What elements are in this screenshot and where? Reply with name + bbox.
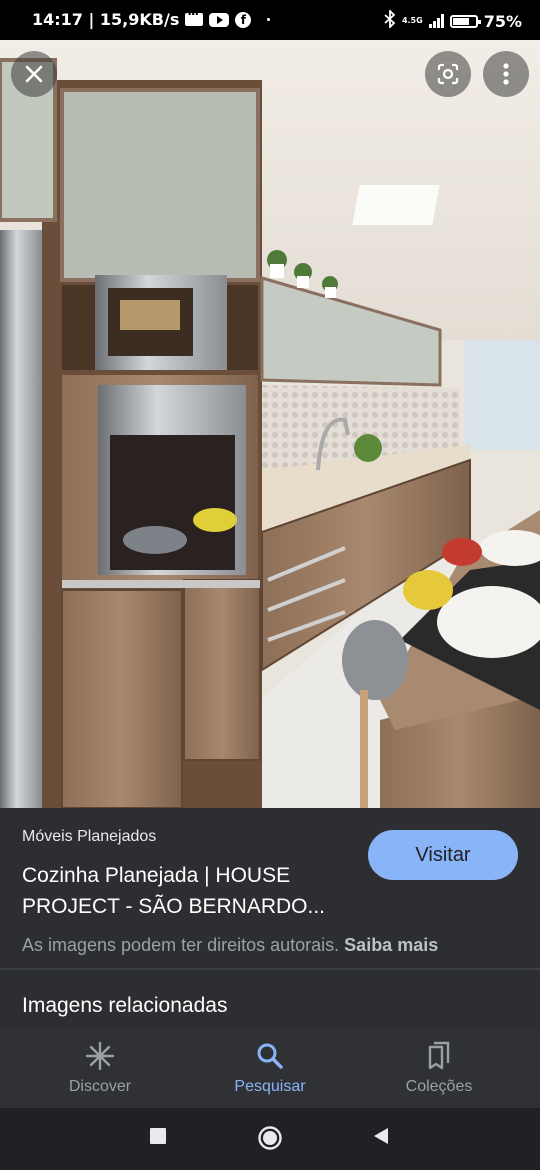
facebook-icon: f [235,11,252,28]
visit-button[interactable]: Visitar [368,830,518,880]
copyright-notice: As imagens podem ter direitos autorais. … [22,935,438,956]
nav-discover-label: Discover [68,1078,132,1095]
battery-percent: 75% [483,11,522,31]
asterisk-icon [85,1041,115,1071]
bottom-navigation: Discover Pesquisar Coleções [0,1028,540,1108]
kitchen-image [0,40,540,808]
kitchen-photo[interactable] [0,40,540,808]
nav-search-label: Pesquisar [234,1078,306,1095]
close-button[interactable] [11,51,57,97]
related-images-section: Imagens relacionadas [0,970,540,1028]
signal-icon [428,14,444,28]
battery-icon [449,14,481,28]
recent-apps-icon[interactable] [149,1127,167,1145]
result-title[interactable]: Cozinha Planejada | HOUSE PROJECT - SÃO … [22,860,352,922]
related-images-heading: Imagens relacionadas [22,994,228,1017]
copyright-text: As imagens podem ter direitos autorais. [22,935,340,955]
nav-collections-label: Coleções [405,1078,473,1095]
nav-search[interactable]: Pesquisar [200,1040,340,1096]
message-icon [185,7,204,26]
result-info-panel: Móveis Planejados Cozinha Planejada | HO… [0,808,540,970]
back-icon[interactable] [372,1127,390,1145]
notification-dot-icon [267,18,271,21]
source-name[interactable]: Móveis Planejados [22,828,156,846]
search-icon [257,1043,283,1069]
learn-more-link[interactable]: Saiba mais [344,935,438,955]
nav-collections[interactable]: Coleções [369,1040,509,1096]
collections-icon [428,1041,450,1070]
home-icon[interactable] [257,1125,283,1151]
network-type: 4.5G [401,16,423,25]
lens-button[interactable] [425,51,471,97]
status-bar: 14:17 | 15,9KB/s f 4.5G 75% [0,0,540,40]
nav-discover[interactable]: Discover [30,1040,170,1096]
close-icon [25,65,43,83]
system-navigation-bar [0,1108,540,1170]
more-options-button[interactable] [483,51,529,97]
lens-icon [437,63,459,85]
youtube-icon [209,12,230,27]
status-time: 14:17 | 15,9KB/s [32,10,180,29]
more-vert-icon [503,63,509,85]
bluetooth-icon [384,8,396,32]
